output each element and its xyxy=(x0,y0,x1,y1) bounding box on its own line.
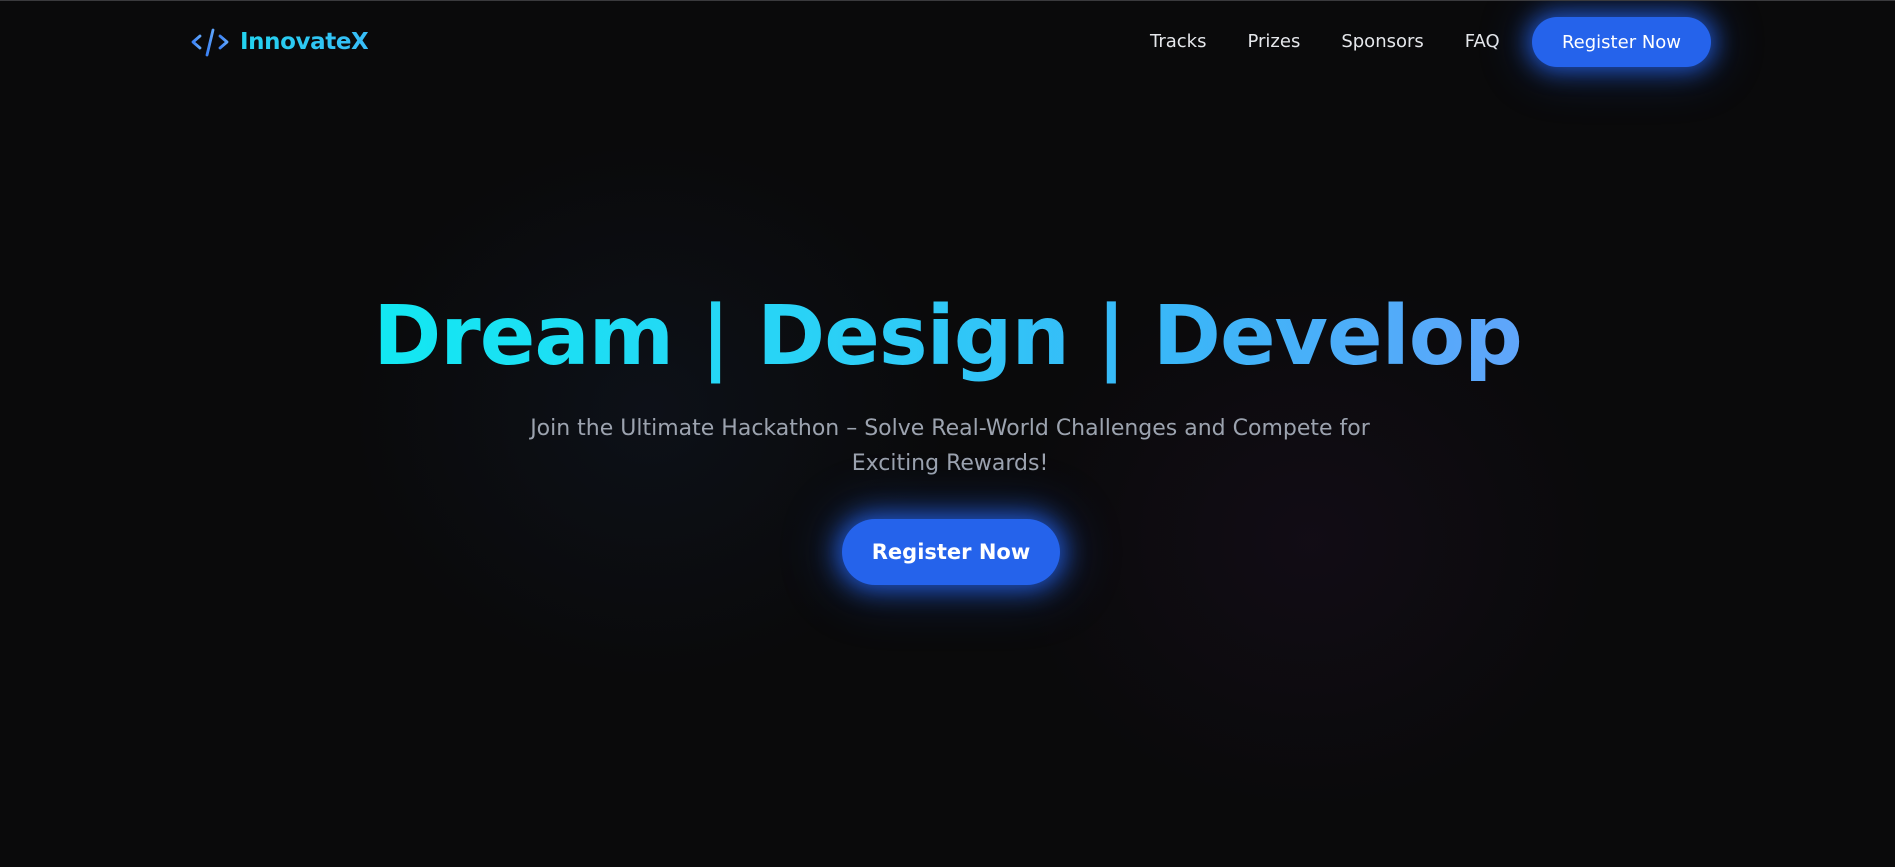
nav-link-faq[interactable]: FAQ xyxy=(1465,31,1500,52)
nav-link-tracks[interactable]: Tracks xyxy=(1150,31,1206,52)
nav-link-prizes[interactable]: Prizes xyxy=(1247,31,1300,52)
brand-name: InnovateX xyxy=(240,29,369,55)
brand-logo-link[interactable]: InnovateX xyxy=(191,25,369,59)
nav-link-sponsors[interactable]: Sponsors xyxy=(1341,31,1423,52)
page: InnovateX Tracks Prizes Sponsors FAQ Reg… xyxy=(0,0,1895,867)
hero-title: Dream | Design | Develop xyxy=(0,287,1895,387)
hero-subtitle: Join the Ultimate Hackathon – Solve Real… xyxy=(530,416,1370,476)
nav-links: Tracks Prizes Sponsors FAQ xyxy=(1150,31,1500,52)
nav-register-button[interactable]: Register Now xyxy=(1532,17,1711,67)
navbar: InnovateX Tracks Prizes Sponsors FAQ Reg… xyxy=(0,1,1895,85)
hero-title-text: Dream | Design | Develop xyxy=(373,289,1523,384)
hero-register-button[interactable]: Register Now xyxy=(842,519,1060,585)
code-brackets-icon xyxy=(191,28,229,57)
